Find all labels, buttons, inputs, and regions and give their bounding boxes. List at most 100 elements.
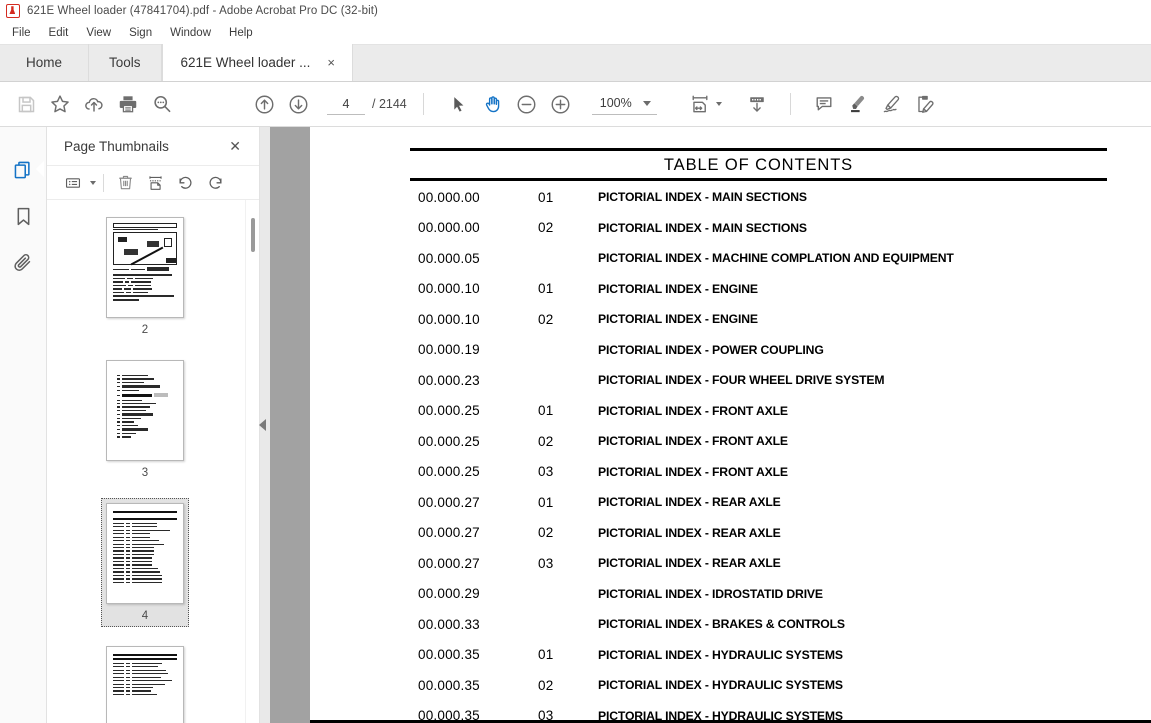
toc-title: PICTORIAL INDEX - HYDRAULIC SYSTEMS (598, 678, 843, 693)
thumbnail-page-4[interactable]: 4 (101, 498, 189, 627)
page-thumbnails-rail-icon[interactable] (3, 147, 44, 193)
rotate-clockwise-button[interactable] (201, 170, 229, 196)
table-row[interactable]: 00.000.25 03 PICTORIAL INDEX - FRONT AXL… (310, 457, 1151, 488)
total-pages-label: / 2144 (372, 97, 407, 111)
table-row[interactable]: 00.000.27 02 PICTORIAL INDEX - REAR AXLE (310, 518, 1151, 549)
extract-pages-button[interactable] (141, 170, 169, 196)
table-row[interactable]: 00.000.33 PICTORIAL INDEX - BRAKES & CON… (310, 609, 1151, 640)
bookmarks-rail-icon[interactable] (3, 193, 43, 239)
thumbnails-scrollbar-thumb[interactable] (251, 218, 255, 252)
table-row[interactable]: 00.000.05 PICTORIAL INDEX - MACHINE COMP… (310, 243, 1151, 274)
toc-title: PICTORIAL INDEX - IDROSTATID DRIVE (598, 586, 823, 601)
tab-home[interactable]: Home (0, 44, 90, 81)
thumbnail-options-button[interactable] (59, 170, 87, 196)
document-viewer: TABLE OF CONTENTS 00.000.00 01 PICTORIAL… (260, 127, 1151, 723)
toc-code: 00.000.25 (418, 464, 480, 480)
toc-code: 00.000.10 (418, 311, 480, 327)
table-row[interactable]: 00.000.25 02 PICTORIAL INDEX - FRONT AXL… (310, 426, 1151, 457)
hand-tool-button[interactable] (476, 87, 510, 121)
toc-code: 00.000.27 (418, 494, 480, 510)
toc-number: 01 (538, 281, 554, 297)
table-row[interactable]: 00.000.29 PICTORIAL INDEX - IDROSTATID D… (310, 579, 1151, 610)
page-thumbnails-panel-header: Page Thumbnails ✕ (47, 127, 259, 165)
chevron-down-icon (642, 100, 651, 106)
paperclip-icon (13, 253, 30, 271)
table-row[interactable]: 00.000.10 01 PICTORIAL INDEX - ENGINE (310, 274, 1151, 305)
thumbnails-scrollbar[interactable] (245, 200, 259, 723)
thumbnail-page-3[interactable]: 3 (101, 355, 189, 484)
toc-code: 00.000.05 (418, 250, 480, 266)
thumbnail-page-2[interactable]: 2 (101, 212, 189, 341)
trash-icon (118, 175, 132, 190)
attachments-rail-icon[interactable] (3, 239, 43, 285)
collapse-panel-handle[interactable] (256, 412, 268, 438)
close-icon[interactable]: ✕ (225, 137, 245, 155)
highlight-text-button[interactable] (841, 87, 875, 121)
toc-number: 01 (538, 189, 554, 205)
current-page-input[interactable] (327, 93, 365, 115)
toc-title: PICTORIAL INDEX - POWER COUPLING (598, 342, 824, 357)
zoom-level-value: 100% (599, 96, 632, 110)
zoom-in-button[interactable] (544, 87, 578, 121)
toc-title: PICTORIAL INDEX - FOUR WHEEL DRIVE SYSTE… (598, 373, 885, 388)
close-icon[interactable]: × (324, 54, 338, 71)
toc-code: 00.000.27 (418, 555, 480, 571)
zoom-out-button[interactable] (510, 87, 544, 121)
page-scroll-down-icon (749, 97, 764, 112)
toc-title: PICTORIAL INDEX - FRONT AXLE (598, 464, 788, 479)
table-row[interactable]: 00.000.00 02 PICTORIAL INDEX - MAIN SECT… (310, 213, 1151, 244)
tab-document[interactable]: 621E Wheel loader ... × (161, 44, 353, 81)
comment-bubble-icon (816, 97, 832, 111)
search-button[interactable] (145, 87, 179, 121)
fit-page-width-button[interactable] (686, 87, 714, 121)
table-row[interactable]: 00.000.27 03 PICTORIAL INDEX - REAR AXLE (310, 548, 1151, 579)
toc-code: 00.000.35 (418, 677, 480, 693)
next-page-button[interactable] (281, 87, 315, 121)
toc-top-rule (410, 148, 1107, 151)
rotate-ccw-icon (178, 176, 192, 189)
table-row[interactable]: 00.000.35 02 PICTORIAL INDEX - HYDRAULIC… (310, 670, 1151, 701)
table-row[interactable]: 00.000.35 01 PICTORIAL INDEX - HYDRAULIC… (310, 640, 1151, 671)
table-row[interactable]: 00.000.23 PICTORIAL INDEX - FOUR WHEEL D… (310, 365, 1151, 396)
menu-window[interactable]: Window (161, 24, 220, 42)
thumbnail-page-number: 2 (141, 324, 149, 336)
scroll-mode-button[interactable] (740, 87, 774, 121)
select-tool-button[interactable] (442, 87, 476, 121)
add-comment-button[interactable] (807, 87, 841, 121)
table-row[interactable]: 00.000.27 01 PICTORIAL INDEX - REAR AXLE (310, 487, 1151, 518)
menu-file[interactable]: File (3, 24, 40, 42)
toc-title: PICTORIAL INDEX - REAR AXLE (598, 525, 781, 540)
upload-to-cloud-button[interactable] (77, 87, 111, 121)
print-button[interactable] (111, 87, 145, 121)
edit-pdf-button[interactable] (909, 87, 943, 121)
menu-sign[interactable]: Sign (120, 24, 161, 42)
toc-code: 00.000.35 (418, 647, 480, 663)
toc-number: 02 (538, 433, 554, 449)
toc-title: PICTORIAL INDEX - REAR AXLE (598, 556, 781, 571)
table-row[interactable]: 00.000.10 02 PICTORIAL INDEX - ENGINE (310, 304, 1151, 335)
toc-number: 01 (538, 494, 554, 510)
previous-page-button[interactable] (247, 87, 281, 121)
delete-pages-button[interactable] (111, 170, 139, 196)
zoom-level-selector[interactable]: 100% (591, 93, 657, 115)
table-row[interactable]: 00.000.25 01 PICTORIAL INDEX - FRONT AXL… (310, 396, 1151, 427)
thumbnail-page-5[interactable]: 5 (101, 641, 189, 723)
toolbar-separator (422, 93, 424, 115)
sign-document-button[interactable] (875, 87, 909, 121)
tab-tools[interactable]: Tools (89, 44, 162, 81)
table-row[interactable]: 00.000.00 01 PICTORIAL INDEX - MAIN SECT… (310, 182, 1151, 213)
toc-title: PICTORIAL INDEX - MACHINE COMPLATION AND… (598, 251, 954, 266)
menu-view[interactable]: View (77, 24, 120, 42)
menu-help[interactable]: Help (220, 24, 262, 42)
fit-width-chevron-down-icon[interactable] (715, 102, 722, 106)
thumbnail-options-chevron-down-icon[interactable] (90, 180, 96, 185)
save-button[interactable] (9, 87, 43, 121)
toc-code: 00.000.10 (418, 281, 480, 297)
toc-title: PICTORIAL INDEX - ENGINE (598, 312, 758, 327)
add-to-favorites-button[interactable] (43, 87, 77, 121)
page-thumbnails-panel: Page Thumbnails ✕ 2 3 4 (47, 127, 260, 723)
toc-code: 00.000.23 (418, 372, 480, 388)
menu-edit[interactable]: Edit (40, 24, 78, 42)
table-row[interactable]: 00.000.19 PICTORIAL INDEX - POWER COUPLI… (310, 335, 1151, 366)
rotate-counterclockwise-button[interactable] (171, 170, 199, 196)
